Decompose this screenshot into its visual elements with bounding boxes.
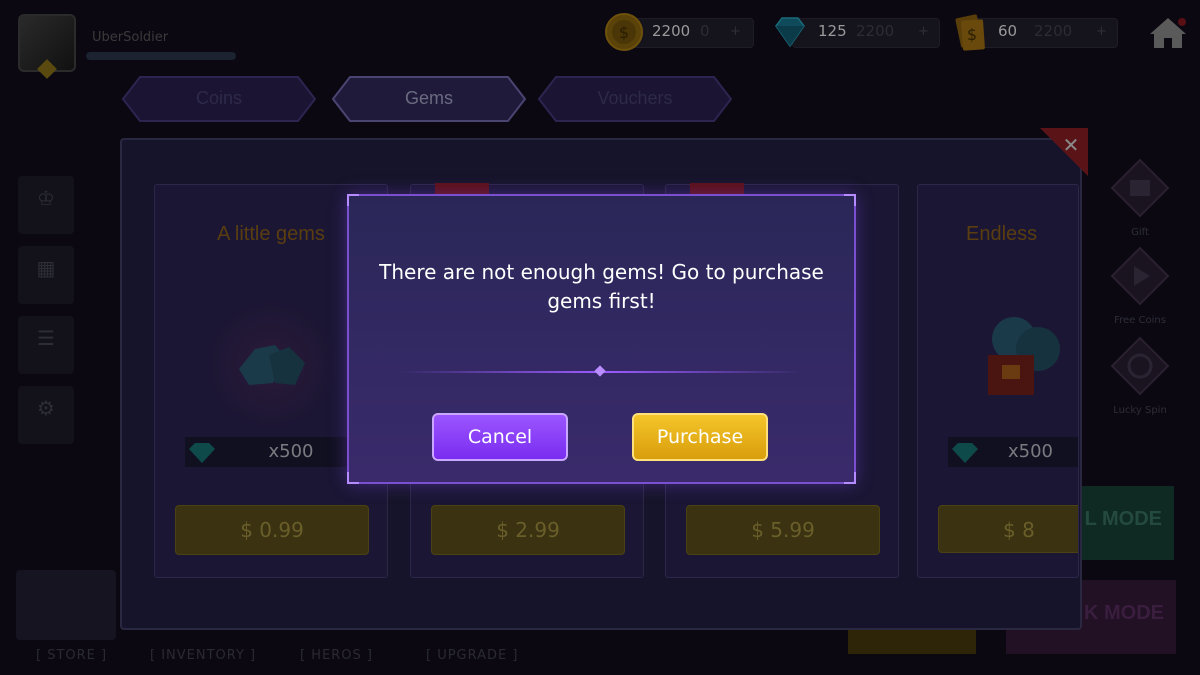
side-menu-item-settings[interactable]: ⚙: [18, 386, 74, 444]
dialog-message-line-2: gems first!: [547, 289, 656, 313]
right-menu-gift[interactable]: Gift: [1104, 158, 1176, 238]
cancel-button[interactable]: Cancel: [432, 413, 568, 461]
coins-counter: $ 2200 0 +: [604, 12, 754, 52]
svg-text:✕: ✕: [1063, 133, 1080, 157]
gem-chest-icon: [988, 317, 1060, 395]
gem-pack-1-price-button[interactable]: $ 0.99: [175, 505, 369, 555]
divider-diamond-icon: [594, 365, 606, 377]
gem-pack-4-title: Endless: [966, 223, 1038, 245]
video-play-icon: [1110, 246, 1170, 306]
coins-ghost-value: 0: [700, 22, 710, 40]
insufficient-gems-dialog: There are not enough gems! Go to purchas…: [347, 194, 856, 484]
gear-icon: ⚙: [37, 396, 55, 420]
nav-store[interactable]: [ STORE ]: [36, 648, 107, 663]
gem-icon: [952, 443, 978, 463]
gem-pack-4-quantity: x500: [1008, 441, 1054, 462]
right-menu-free-coins[interactable]: Free Coins: [1104, 246, 1176, 326]
player-avatar[interactable]: [18, 14, 76, 79]
gem-pack-1-quantity: x500: [268, 441, 314, 462]
tab-coins[interactable]: Coins: [122, 76, 316, 122]
right-menu-gift-label: Gift: [1131, 227, 1149, 238]
home-icon[interactable]: [1148, 16, 1188, 50]
coin-icon: $: [605, 13, 643, 51]
gem-pile-icon: [239, 345, 305, 385]
vouchers-ghost-value: 2200: [1034, 22, 1073, 40]
gems-add-icon[interactable]: +: [918, 24, 929, 39]
tab-vouchers-label: Vouchers: [597, 88, 673, 108]
right-menu-lucky-spin-label: Lucky Spin: [1113, 405, 1167, 416]
side-menu-item-calendar[interactable]: ▦: [18, 246, 74, 304]
tab-gems-label: Gems: [404, 88, 453, 108]
nav-heros[interactable]: [ HEROS ]: [300, 648, 373, 663]
vouchers-counter: $ 60 2200 +: [950, 12, 1118, 52]
voucher-icon: $: [955, 14, 985, 51]
coins-add-icon[interactable]: +: [730, 24, 741, 39]
gem-icon: [189, 443, 215, 463]
player-username: UberSoldier: [92, 30, 169, 45]
side-menu-item-rank[interactable]: ♔: [18, 176, 74, 234]
gem-pack-4-price-button[interactable]: $ 8: [938, 505, 1078, 553]
game-mode-button-1[interactable]: L MODE: [1078, 486, 1174, 560]
game-mode-1-label: L MODE: [1084, 508, 1162, 530]
right-menu-lucky-spin[interactable]: Lucky Spin: [1104, 336, 1176, 416]
store-shop-icon[interactable]: [16, 570, 116, 640]
purchase-button[interactable]: Purchase: [632, 413, 768, 461]
tab-gems[interactable]: Gems: [332, 76, 526, 122]
coins-value: 2200: [652, 22, 691, 40]
tab-coins-label: Coins: [195, 88, 243, 108]
list-icon: ☰: [37, 326, 55, 350]
gems-ghost-value: 2200: [856, 22, 895, 40]
rank-badge-icon: [37, 59, 57, 79]
right-menu-free-coins-label: Free Coins: [1114, 315, 1166, 326]
spin-wheel-icon: [1110, 336, 1170, 396]
gems-counter: 125 2200 +: [770, 12, 940, 52]
calendar-icon: ▦: [36, 256, 56, 280]
svg-text:$: $: [967, 25, 977, 44]
experience-bar: [86, 52, 236, 60]
trophy-icon: ♔: [37, 186, 55, 210]
nav-upgrade[interactable]: [ UPGRADE ]: [426, 648, 518, 663]
vouchers-add-icon[interactable]: +: [1096, 24, 1107, 39]
gift-icon: [1110, 158, 1170, 218]
gem-pack-3-price-button[interactable]: $ 5.99: [686, 505, 880, 555]
tab-vouchers[interactable]: Vouchers: [538, 76, 732, 122]
game-mode-2-label: K MODE: [1084, 602, 1164, 624]
gem-icon: [775, 17, 805, 48]
gem-pack-2-price-button[interactable]: $ 2.99: [431, 505, 625, 555]
gems-value: 125: [818, 22, 847, 40]
nav-inventory[interactable]: [ INVENTORY ]: [150, 648, 256, 663]
side-menu-item-missions[interactable]: ☰: [18, 316, 74, 374]
close-store-icon[interactable]: ✕: [1040, 128, 1088, 176]
dialog-message-line-1: There are not enough gems! Go to purchas…: [379, 260, 824, 284]
svg-text:$: $: [619, 23, 629, 42]
vouchers-value: 60: [998, 22, 1018, 40]
gem-pack-card-4[interactable]: Endless x500 $ 8: [917, 184, 1079, 578]
dialog-message: There are not enough gems! Go to purchas…: [369, 258, 834, 316]
